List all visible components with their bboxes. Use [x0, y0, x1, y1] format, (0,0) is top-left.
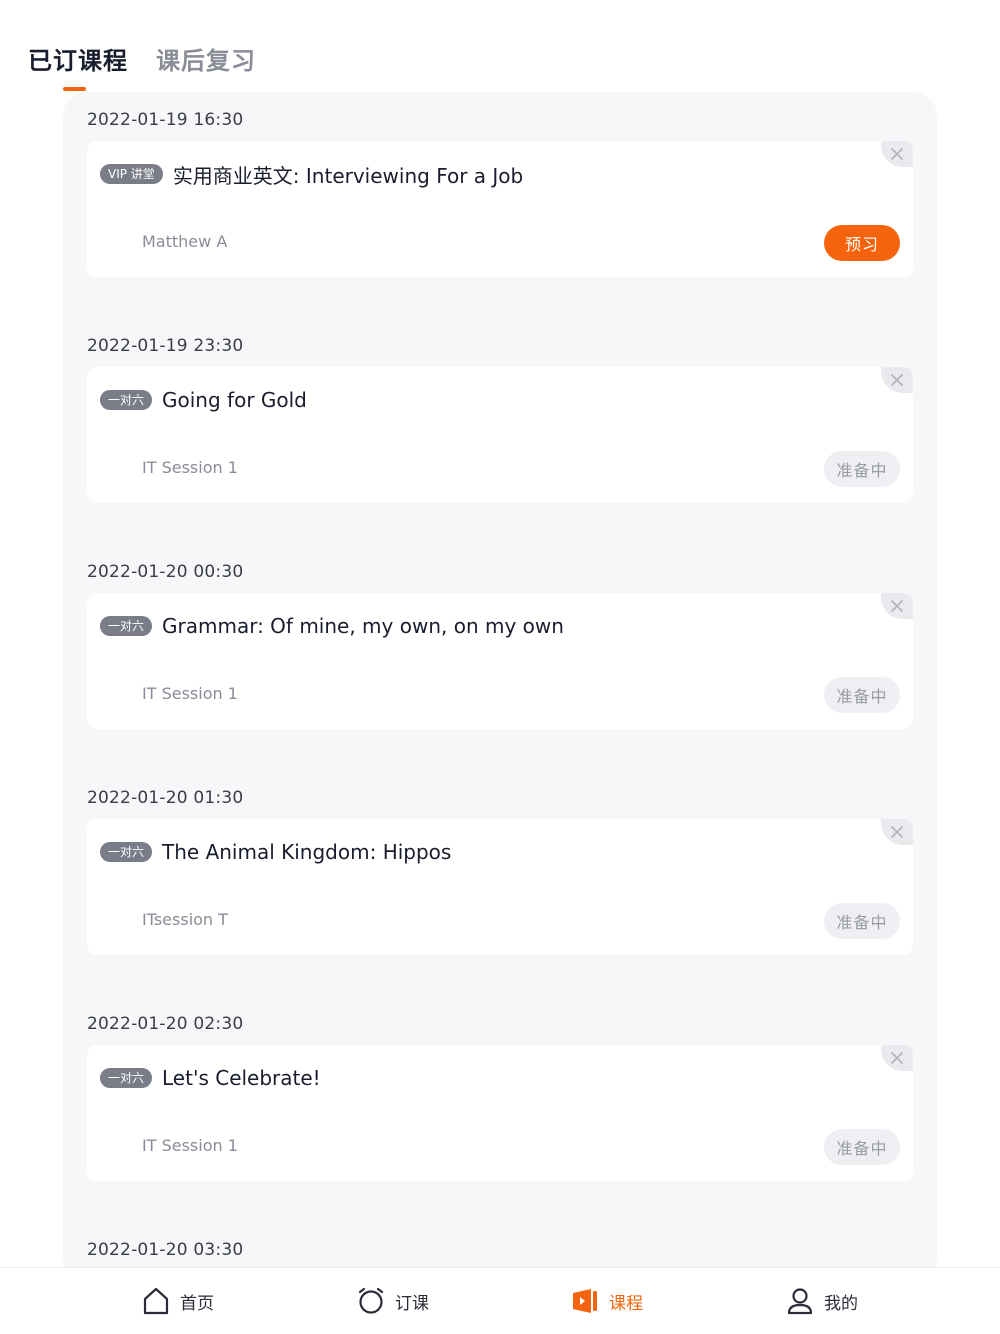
- lesson-title-row: 一对六 Let's Celebrate!: [100, 1065, 321, 1091]
- close-button[interactable]: [881, 141, 913, 167]
- tab-after-class-review[interactable]: 课后复习: [156, 42, 256, 80]
- lesson-title: The Animal Kingdom: Hippos: [162, 840, 452, 864]
- nav-item-book-class[interactable]: 订课: [357, 1284, 429, 1318]
- close-icon: [891, 374, 903, 386]
- close-icon: [891, 600, 903, 612]
- close-icon: [891, 826, 903, 838]
- lesson-time: 2022-01-20 03:30: [87, 1240, 244, 1260]
- close-button[interactable]: [881, 593, 913, 619]
- bottom-nav: 首页 订课 课程 我的: [0, 1267, 1000, 1334]
- course-video-icon: [573, 1289, 597, 1313]
- lesson-title-row: 一对六 Going for Gold: [100, 387, 307, 413]
- lesson-time: 2022-01-20 01:30: [87, 788, 244, 808]
- lesson-time: 2022-01-20 02:30: [87, 1014, 244, 1034]
- lesson-type-badge: 一对六: [100, 616, 153, 636]
- nav-item-profile[interactable]: 我的: [786, 1284, 858, 1318]
- lesson-card[interactable]: 一对六 The Animal Kingdom: Hippos ITsession…: [87, 819, 913, 955]
- lesson-time: 2022-01-19 16:30: [87, 110, 244, 130]
- top-tabs: 已订课程 课后复习: [28, 40, 256, 80]
- nav-item-home[interactable]: 首页: [142, 1284, 214, 1318]
- lesson-list[interactable]: 2022-01-19 16:30 VIP 讲堂 实用商业英文: Intervie…: [63, 92, 937, 1282]
- lesson-time: 2022-01-20 00:30: [87, 562, 244, 582]
- close-button[interactable]: [881, 1045, 913, 1071]
- home-icon: [143, 1287, 169, 1315]
- lesson-title-row: 一对六 Grammar: Of mine, my own, on my own: [100, 613, 564, 639]
- alarm-clock-icon: [358, 1287, 384, 1314]
- teacher-name: ITsession T: [142, 910, 228, 929]
- close-button[interactable]: [881, 819, 913, 845]
- lesson-card[interactable]: 一对六 Going for Gold IT Session 1 准备中: [87, 367, 913, 503]
- lesson-type-badge: 一对六: [100, 842, 153, 862]
- active-tab-indicator: [63, 87, 86, 91]
- nav-label: 首页: [180, 1293, 214, 1314]
- nav-label: 订课: [395, 1293, 429, 1314]
- lesson-title-row: 一对六 The Animal Kingdom: Hippos: [100, 839, 451, 865]
- lesson-type-badge: 一对六: [100, 1068, 153, 1088]
- close-icon: [891, 148, 903, 160]
- teacher-name: IT Session 1: [142, 458, 238, 477]
- lesson-type-badge: 一对六: [100, 390, 153, 410]
- lesson-title-row: VIP 讲堂 实用商业英文: Interviewing For a Job: [100, 161, 524, 188]
- lesson-time: 2022-01-19 23:30: [87, 336, 244, 356]
- lesson-title: 实用商业英文: Interviewing For a Job: [172, 163, 524, 188]
- lesson-card[interactable]: VIP 讲堂 实用商业英文: Interviewing For a Job Ma…: [87, 141, 913, 277]
- preparing-button[interactable]: 准备中: [824, 1129, 900, 1165]
- nav-label: 课程: [609, 1293, 643, 1314]
- lesson-type-badge: VIP 讲堂: [100, 164, 163, 184]
- lesson-card[interactable]: 一对六 Grammar: Of mine, my own, on my own …: [87, 593, 913, 729]
- preparing-button[interactable]: 准备中: [824, 903, 900, 939]
- tab-booked-courses[interactable]: 已订课程: [28, 42, 128, 80]
- user-icon: [787, 1288, 813, 1315]
- courses-page: 已订课程 课后复习 2022-01-19 16:30 VIP 讲堂 实用商业英文…: [0, 0, 1000, 1334]
- lesson-title: Let's Celebrate!: [162, 1066, 321, 1090]
- close-button[interactable]: [881, 367, 913, 393]
- lesson-card[interactable]: 一对六 Let's Celebrate! IT Session 1 准备中: [87, 1045, 913, 1181]
- preview-button[interactable]: 预习: [824, 225, 900, 261]
- nav-label: 我的: [824, 1293, 858, 1314]
- teacher-name: Matthew A: [142, 232, 228, 251]
- lesson-title: Grammar: Of mine, my own, on my own: [162, 614, 564, 638]
- teacher-name: IT Session 1: [142, 684, 238, 703]
- close-icon: [891, 1052, 903, 1064]
- preparing-button[interactable]: 准备中: [824, 677, 900, 713]
- teacher-name: IT Session 1: [142, 1136, 238, 1155]
- preparing-button[interactable]: 准备中: [824, 451, 900, 487]
- lesson-title: Going for Gold: [162, 388, 307, 412]
- nav-item-courses[interactable]: 课程: [571, 1284, 643, 1318]
